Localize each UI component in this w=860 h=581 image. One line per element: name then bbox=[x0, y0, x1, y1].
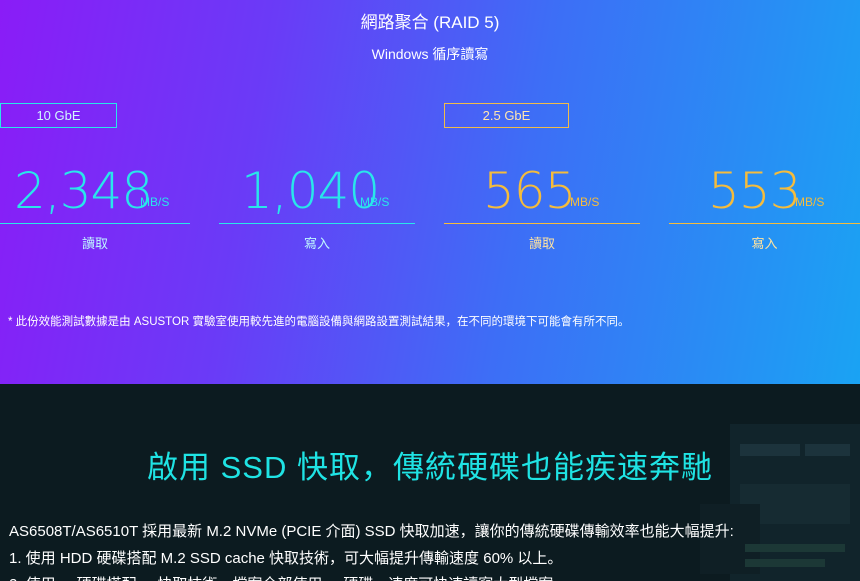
ssd-list-item: 2. 使用 ... 硬碟搭配 ... 快取技術，檔案全部使用 ... 硬碟，速度… bbox=[9, 573, 553, 581]
metric-value: 565 bbox=[483, 162, 576, 220]
badge-10gbe: 10 GbE bbox=[0, 103, 117, 128]
performance-section: 網路聚合 (RAID 5) Windows 循序讀寫 10 GbE 2.5 Gb… bbox=[0, 0, 860, 384]
metric-value: 2,348 bbox=[14, 162, 153, 220]
metric-label: 讀取 bbox=[81, 236, 108, 251]
ssd-cache-section: 啟用 SSD 快取，傳統硬碟也能疾速奔馳 AS6508T/AS6510T 採用最… bbox=[0, 384, 860, 581]
metric-label: 讀取 bbox=[528, 236, 555, 251]
metric-unit: MB/S bbox=[570, 195, 600, 209]
section-title: 網路聚合 (RAID 5) bbox=[360, 13, 500, 32]
metric-underline bbox=[444, 223, 640, 224]
metric-10gbe-read: 2,348 MB/S bbox=[0, 160, 190, 224]
metric-underline bbox=[669, 223, 860, 224]
metric-label: 寫入 bbox=[751, 236, 778, 251]
decorative-ui-graphic bbox=[700, 424, 860, 581]
section-subtitle: Windows 循序讀寫 bbox=[371, 46, 489, 62]
metric-unit: MB/S bbox=[795, 195, 825, 209]
footnote: * 此份效能測試數據是由 ASUSTOR 實驗室使用較先進的電腦設備與網路設置測… bbox=[8, 316, 630, 328]
metric-10gbe-write: 1,040 MB/S bbox=[219, 160, 415, 224]
metric-unit: MB/S bbox=[360, 195, 390, 209]
ssd-list-item: 1. 使用 HDD 硬碟搭配 M.2 SSD cache 快取技術，可大幅提升傳… bbox=[9, 550, 563, 567]
badge-2-5gbe: 2.5 GbE bbox=[444, 103, 569, 128]
metric-underline bbox=[0, 223, 190, 224]
ssd-heading: 啟用 SSD 快取，傳統硬碟也能疾速奔馳 bbox=[147, 450, 713, 485]
metric-underline bbox=[219, 223, 415, 224]
metric-2-5gbe-read: 565 MB/S bbox=[444, 160, 640, 224]
metric-value: 553 bbox=[708, 162, 801, 220]
metric-value: 1,040 bbox=[241, 162, 380, 220]
ssd-paragraph: AS6508T/AS6510T 採用最新 M.2 NVMe (PCIE 介面) … bbox=[9, 523, 734, 540]
metric-unit: MB/S bbox=[140, 195, 170, 209]
metric-label: 寫入 bbox=[303, 236, 330, 251]
metric-2-5gbe-write: 553 MB/S bbox=[669, 160, 860, 224]
